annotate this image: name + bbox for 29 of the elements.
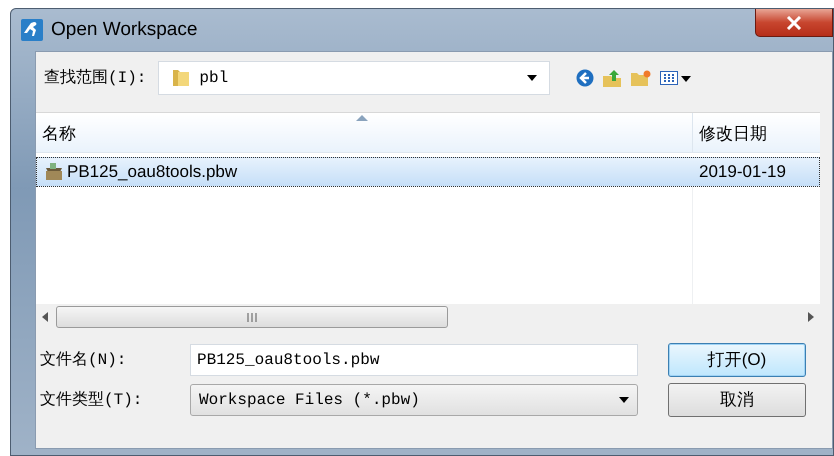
file-name: PB125_oau8tools.pbw [67, 161, 238, 184]
file-type-dropdown[interactable]: Workspace Files (*.pbw) [190, 384, 638, 416]
close-icon [786, 16, 802, 30]
cancel-button[interactable]: 取消 [668, 383, 806, 417]
scroll-left-icon[interactable] [42, 312, 48, 322]
app-icon [21, 19, 43, 41]
sort-arrow-icon [356, 115, 368, 121]
file-name-label: 文件名(N): [40, 350, 128, 371]
workspace-file-icon [43, 162, 65, 182]
up-folder-icon[interactable] [602, 68, 622, 88]
file-row[interactable]: PB125_oau8tools.pbw 2019-01-19 [36, 157, 820, 187]
window-title: Open Workspace [51, 18, 198, 42]
close-button[interactable] [755, 9, 833, 37]
look-in-dropdown[interactable]: pbl [158, 61, 550, 95]
column-header[interactable]: 名称 [36, 113, 693, 152]
open-button[interactable]: 打开(O) [668, 343, 806, 377]
file-name-field[interactable]: PB125_oau8tools.pbw [190, 344, 638, 376]
caret-icon [527, 75, 538, 81]
modified-date: 2019-01-19 [699, 161, 786, 184]
back-icon[interactable] [576, 69, 594, 87]
column-header[interactable]: 修改日期 [693, 113, 820, 152]
look-in-label: 查找范围(I): [44, 68, 146, 89]
scrollbar-thumb[interactable] [56, 306, 448, 328]
caret-icon [619, 397, 629, 403]
view-menu-icon[interactable] [660, 70, 692, 86]
file-type-label: 文件类型(T): [40, 390, 144, 411]
grip-icon [247, 312, 257, 322]
scroll-right-icon[interactable] [808, 312, 814, 322]
folder-icon [171, 68, 192, 88]
